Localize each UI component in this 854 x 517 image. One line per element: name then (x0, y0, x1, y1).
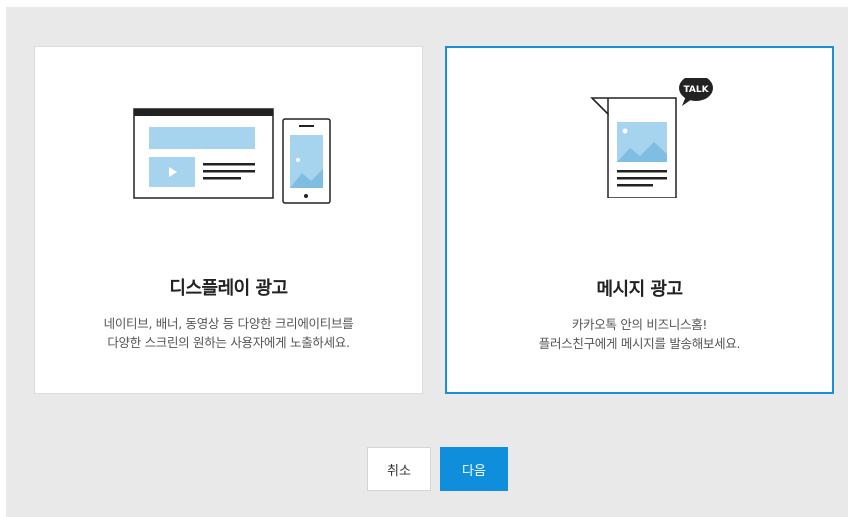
phone-icon (281, 118, 331, 204)
next-button[interactable]: 다음 (440, 447, 508, 491)
message-ad-illustration: TALK (447, 78, 832, 228)
message-document-icon (589, 97, 677, 198)
display-ad-description: 네이티브, 배너, 동영상 등 다양한 크리에이티브를 다양한 스크린의 원하는… (35, 314, 422, 352)
talk-badge-label: TALK (683, 85, 709, 95)
message-ad-desc-line-1: 카카오톡 안의 비즈니스홈! (571, 317, 708, 332)
talk-bubble-icon: TALK (678, 78, 713, 106)
display-ad-illustration (35, 107, 422, 227)
cancel-button[interactable]: 취소 (367, 447, 431, 491)
display-ad-desc-line-2: 다양한 스크린의 원하는 사용자에게 노출하세요. (107, 335, 350, 350)
display-ad-desc-line-1: 네이티브, 배너, 동영상 등 다양한 크리에이티브를 (103, 316, 354, 331)
message-ad-description: 카카오톡 안의 비즈니스홈! 플러스친구에게 메시지를 발송해보세요. (447, 315, 832, 353)
display-ad-title: 디스플레이 광고 (169, 278, 288, 299)
message-ad-desc-line-2: 플러스친구에게 메시지를 발송해보세요. (538, 336, 741, 351)
display-ad-card[interactable]: 디스플레이 광고 네이티브, 배너, 동영상 등 다양한 크리에이티브를 다양한… (34, 46, 423, 394)
monitor-icon (132, 108, 274, 199)
message-ad-title: 메시지 광고 (596, 279, 683, 300)
message-ad-card[interactable]: TALK 메시지 광고 카카오톡 안의 비즈니스홈! 플러스친구에게 메시지를 … (445, 46, 834, 394)
dialog-backdrop: 디스플레이 광고 네이티브, 배너, 동영상 등 다양한 크리에이티브를 다양한… (6, 7, 848, 517)
